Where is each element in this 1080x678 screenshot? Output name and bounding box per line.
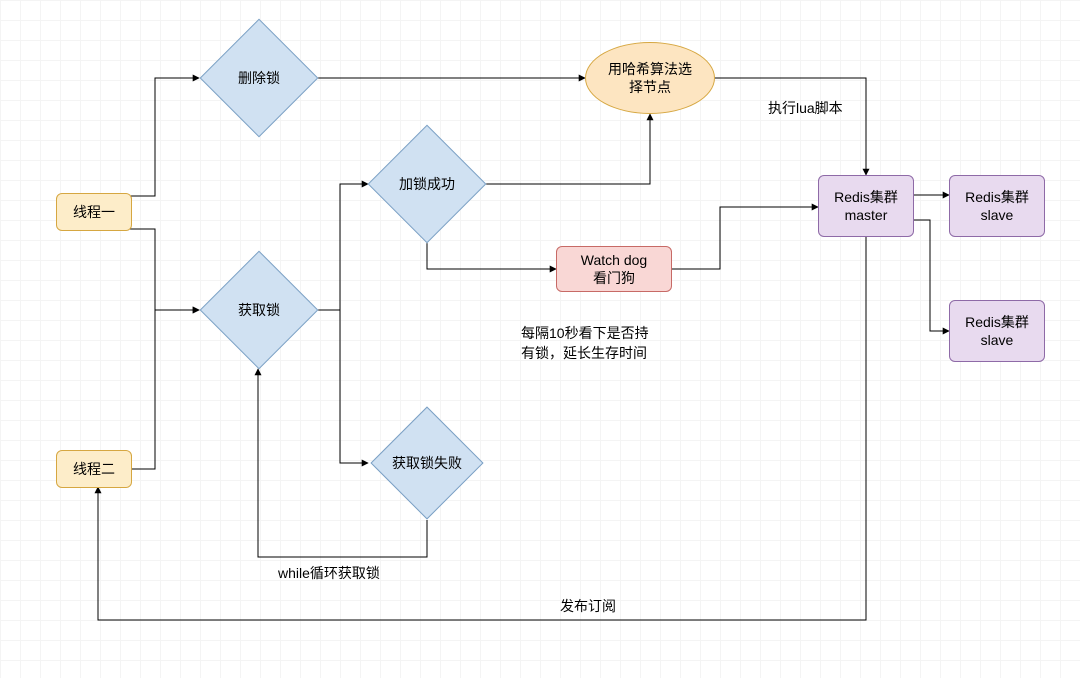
node-thread-one: 线程一 (56, 193, 132, 231)
node-redis-slave-2: Redis集群 slave (949, 300, 1045, 362)
node-thread-two-label: 线程二 (73, 460, 115, 478)
label-while-loop: while循环获取锁 (278, 563, 380, 583)
node-thread-two: 线程二 (56, 450, 132, 488)
node-acquire-lock-label: 获取锁 (238, 300, 280, 320)
node-redis-master: Redis集群 master (818, 175, 914, 237)
node-lock-fail-label: 获取锁失败 (392, 453, 462, 473)
node-watchdog-label: Watch dog 看门狗 (581, 251, 647, 287)
node-lock-fail: 获取锁失败 (387, 423, 467, 503)
label-watchdog-interval: 每隔10秒看下是否持 有锁，延长生存时间 (521, 323, 649, 363)
node-thread-one-label: 线程一 (73, 203, 115, 221)
node-delete-lock: 删除锁 (217, 36, 301, 120)
node-hash-select: 用哈希算法选 择节点 (585, 42, 715, 114)
label-pubsub: 发布订阅 (560, 596, 616, 616)
diagram-canvas: 线程一 线程二 删除锁 获取锁 加锁成功 获取锁失败 用哈希算法选 择节点 Wa… (0, 0, 1080, 678)
node-redis-slave-1: Redis集群 slave (949, 175, 1045, 237)
node-redis-slave-2-label: Redis集群 slave (965, 313, 1029, 349)
label-exec-lua: 执行lua脚本 (768, 98, 843, 118)
node-acquire-lock: 获取锁 (217, 268, 301, 352)
node-hash-select-label: 用哈希算法选 择节点 (608, 60, 692, 96)
node-lock-success-label: 加锁成功 (399, 174, 455, 194)
node-delete-lock-label: 删除锁 (238, 68, 280, 88)
node-watchdog: Watch dog 看门狗 (556, 246, 672, 292)
node-lock-success: 加锁成功 (385, 142, 469, 226)
node-redis-slave-1-label: Redis集群 slave (965, 188, 1029, 224)
node-redis-master-label: Redis集群 master (834, 188, 898, 224)
